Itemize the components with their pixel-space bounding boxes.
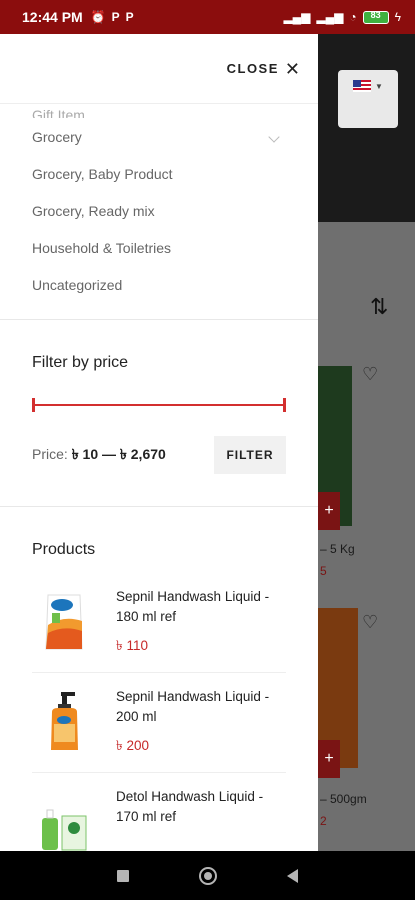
home-icon[interactable] [199, 866, 217, 885]
dettol-handwash-pack-image[interactable] [32, 787, 96, 851]
product-list: Sepnil Handwash Liquid - 180 ml ref ৳ 11… [32, 573, 286, 851]
background-product-name: – 5 Kg [320, 542, 355, 556]
category-item[interactable]: Gift Item [32, 108, 280, 118]
wifi-icon: ◔ [349, 10, 357, 24]
product-price: ৳ 200 [116, 738, 149, 753]
background-product-name: – 500gm [320, 792, 367, 806]
recent-apps-icon[interactable] [117, 869, 129, 882]
slider-track [32, 404, 286, 406]
category-item[interactable]: Household & Toiletries [32, 229, 280, 266]
alarm-icon: ⏰ [90, 10, 106, 24]
product-name[interactable]: Detol Handwash Liquid - 170 ml ref [116, 787, 286, 827]
list-item[interactable]: Sepnil Handwash Liquid - 180 ml ref ৳ 11… [32, 573, 286, 673]
handwash-refill-pouch-image[interactable] [32, 587, 96, 657]
filter-drawer: CLOSE ✕ Gift Item Grocery Grocery, Baby … [0, 34, 318, 851]
slider-min-handle[interactable] [32, 398, 35, 412]
category-item[interactable]: Grocery, Baby Product [32, 155, 280, 192]
category-item[interactable]: Uncategorized [32, 266, 280, 303]
category-label: Household & Toiletries [32, 239, 172, 256]
signal-icon: ▂▄▆ [283, 10, 311, 24]
category-list: Gift Item Grocery Grocery, Baby Product … [0, 108, 318, 303]
product-name[interactable]: Sepnil Handwash Liquid - 200 ml [116, 687, 286, 727]
p-icon: P [125, 10, 134, 24]
close-icon[interactable]: ✕ [285, 60, 300, 78]
background-product-price: 5 [320, 564, 327, 578]
caret-down-icon: ▼ [375, 82, 383, 91]
products-section: Products Sepnil Handwash Liquid - 180 ml… [0, 507, 318, 851]
status-bar: 12:44 PM ⏰ P P ▂▄▆ ▂▄▆ ◔ 83 ϟ [0, 0, 415, 34]
p-icon: P [111, 10, 120, 24]
battery-level: 83 [370, 9, 381, 20]
category-label: Grocery [32, 128, 82, 145]
background-product-price: 2 [320, 814, 327, 828]
system-nav-bar [0, 851, 415, 900]
price-range-label: Price: ৳ 10 — ৳ 2,670 [32, 443, 166, 467]
add-to-cart-button[interactable]: + [318, 740, 340, 778]
slider-max-handle[interactable] [283, 398, 286, 412]
signal-icon: ▂▄▆ [316, 10, 344, 24]
price-prefix: Price: [32, 446, 68, 462]
back-icon[interactable] [287, 868, 298, 883]
us-flag-icon [353, 80, 372, 92]
battery-icon: 83 [362, 9, 389, 24]
background-header [318, 34, 415, 222]
list-item[interactable]: Detol Handwash Liquid - 170 ml ref [32, 773, 286, 851]
product-price: ৳ 110 [116, 638, 148, 653]
language-selector[interactable]: ▼ [338, 70, 398, 128]
charging-icon: ϟ [394, 10, 401, 24]
wishlist-heart-icon[interactable]: ♡ [362, 364, 378, 385]
category-item[interactable]: Grocery [32, 118, 280, 155]
filter-button[interactable]: FILTER [214, 436, 286, 474]
price-filter-section: Filter by price Price: ৳ 10 — ৳ 2,670 FI… [0, 320, 318, 506]
list-item[interactable]: Sepnil Handwash Liquid - 200 ml ৳ 200 [32, 673, 286, 773]
wishlist-heart-icon[interactable]: ♡ [362, 612, 378, 633]
category-item[interactable]: Grocery, Ready mix [32, 192, 280, 229]
category-label: Grocery, Baby Product [32, 165, 173, 182]
price-range-value: ৳ 10 — ৳ 2,670 [71, 446, 166, 462]
product-name[interactable]: Sepnil Handwash Liquid - 180 ml ref [116, 587, 286, 627]
status-time: 12:44 PM [22, 9, 83, 25]
category-label: Uncategorized [32, 276, 123, 293]
close-label[interactable]: CLOSE [227, 61, 279, 76]
sort-icon[interactable]: ⇅ [370, 294, 389, 320]
category-label: Grocery, Ready mix [32, 202, 155, 219]
category-label: Gift Item [32, 108, 85, 118]
products-title: Products [32, 541, 96, 558]
handwash-pump-bottle-image[interactable] [32, 687, 96, 757]
drawer-header: CLOSE ✕ [0, 34, 318, 104]
price-range-slider[interactable] [32, 398, 286, 412]
add-to-cart-button[interactable]: + [318, 492, 340, 530]
chevron-down-icon[interactable] [268, 130, 280, 143]
price-filter-title: Filter by price [32, 354, 129, 371]
